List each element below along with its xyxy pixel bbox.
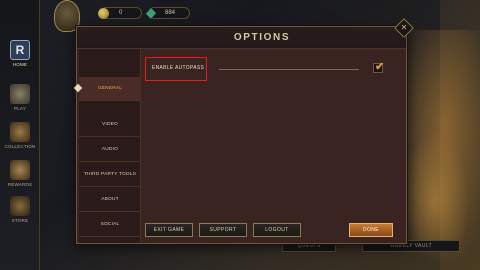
support-button[interactable]: SUPPORT — [199, 223, 247, 237]
store-icon — [10, 196, 30, 216]
gem-value: 884 — [165, 10, 176, 16]
nav-collection[interactable]: COLLECTION — [0, 122, 40, 149]
setting-divider — [219, 69, 359, 70]
options-content: ENABLE AUTOPASS ✔ — [141, 49, 406, 213]
active-tab-marker-icon — [73, 83, 83, 93]
exit-game-button[interactable]: EXIT GAME — [145, 223, 193, 237]
tab-about-label: ABOUT — [101, 197, 119, 202]
gold-value: 0 — [119, 10, 123, 16]
tab-general[interactable]: GENERAL — [73, 77, 141, 101]
tab-about[interactable]: ABOUT — [79, 188, 141, 212]
done-button[interactable]: DONE — [349, 223, 393, 237]
close-icon: ✕ — [400, 23, 408, 32]
dialog-header: OPTIONS — [77, 27, 406, 49]
tab-video[interactable]: VIDEO — [79, 113, 141, 137]
logout-label: LOGOUT — [265, 227, 289, 233]
logout-button[interactable]: LOGOUT — [253, 223, 301, 237]
exit-game-label: EXIT GAME — [153, 227, 185, 233]
tab-social[interactable]: SOCIAL — [79, 213, 141, 237]
checkmark-icon: ✔ — [375, 61, 385, 73]
tab-third-party-tools-label: THIRD PARTY TOOLS — [83, 172, 137, 177]
done-label: DONE — [362, 227, 380, 233]
rewards-icon — [10, 160, 30, 180]
support-label: SUPPORT — [209, 227, 237, 233]
nav-collection-label: COLLECTION — [4, 144, 36, 149]
tab-video-label: VIDEO — [102, 122, 118, 127]
nav-play-label: PLAY — [14, 106, 26, 111]
nav-rewards-label: REWARDS — [7, 182, 33, 187]
nav-home[interactable]: R HOME — [0, 40, 40, 67]
autopass-label: ENABLE AUTOPASS — [152, 65, 205, 71]
setting-row-autopass: ENABLE AUTOPASS ✔ — [145, 57, 395, 81]
nav-home-label: HOME — [12, 62, 28, 67]
background-glow-lower — [400, 130, 470, 250]
collection-icon — [10, 122, 30, 142]
options-sidebar: GENERAL VIDEO AUDIO THIRD PARTY TOOLS AB… — [73, 49, 141, 243]
top-bar: 0 884 — [40, 0, 210, 32]
nav-store-label: STORE — [11, 218, 29, 223]
gem-counter: 884 — [145, 7, 190, 19]
tab-social-label: SOCIAL — [100, 222, 120, 227]
play-icon — [10, 84, 30, 104]
autopass-checkbox[interactable]: ✔ — [373, 61, 385, 73]
options-dialog: OPTIONS ✕ GENERAL VIDEO AUDIO THIRD PART… — [73, 18, 414, 244]
dialog-title: OPTIONS — [233, 32, 291, 43]
tab-audio-label: AUDIO — [101, 147, 119, 152]
gem-icon — [145, 8, 157, 19]
autopass-highlight-box: ENABLE AUTOPASS — [145, 57, 207, 81]
left-nav: R HOME PLAY COLLECTION REWARDS STORE — [0, 0, 40, 270]
gold-counter: 0 — [98, 7, 142, 19]
tab-general-label: GENERAL — [97, 86, 123, 91]
nav-store[interactable]: STORE — [0, 196, 40, 223]
tab-audio[interactable]: AUDIO — [79, 138, 141, 162]
home-icon: R — [10, 40, 30, 60]
coin-icon — [98, 8, 109, 19]
nav-play[interactable]: PLAY — [0, 84, 40, 111]
nav-rewards[interactable]: REWARDS — [0, 160, 40, 187]
tab-third-party-tools[interactable]: THIRD PARTY TOOLS — [79, 163, 141, 187]
